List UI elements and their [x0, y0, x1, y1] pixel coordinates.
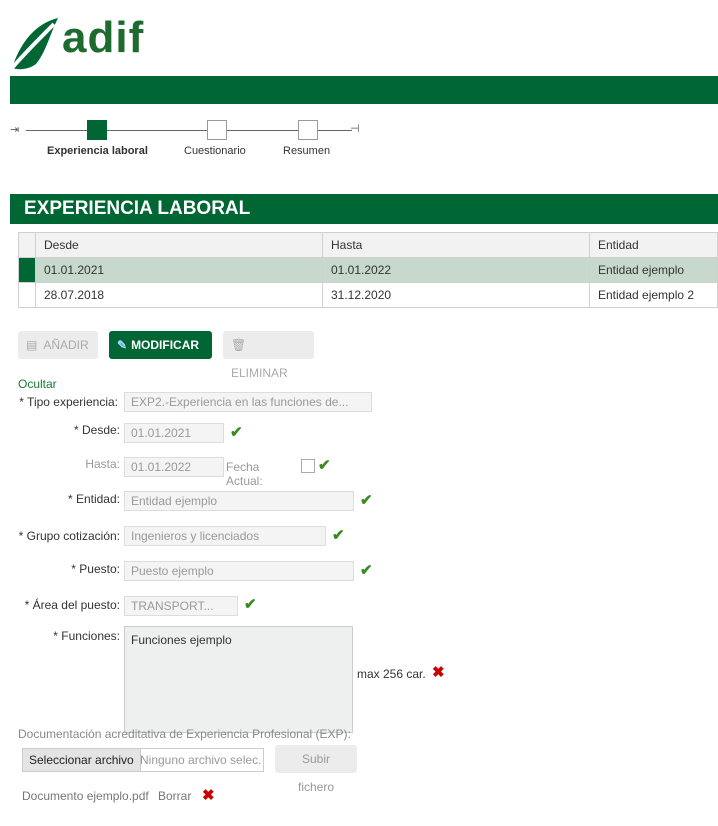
column-header-hasta[interactable]: Hasta: [322, 232, 590, 258]
fecha-actual-checkbox[interactable]: [301, 459, 315, 473]
delete-button-label: ELIMINAR: [231, 366, 288, 380]
cell-entidad: Entidad ejemplo: [589, 257, 718, 283]
desde-label: * Desde:: [73, 423, 120, 437]
table-header-selector: [18, 232, 36, 258]
add-button-label: AÑADIR: [43, 338, 89, 352]
modify-button-label: MODIFICAR: [131, 338, 200, 352]
experience-table: Desde Hasta Entidad 01.01.2021 01.01.202…: [18, 232, 718, 308]
delete-file-icon[interactable]: ✖: [202, 786, 215, 804]
hasta-field[interactable]: 01.01.2022: [124, 457, 224, 477]
cell-desde: 28.07.2018: [35, 282, 323, 308]
funciones-textarea[interactable]: Funciones ejemplo: [124, 626, 353, 733]
desde-field[interactable]: 01.01.2021: [124, 423, 224, 443]
cell-hasta: 31.12.2020: [322, 282, 590, 308]
docs-title: Documentación acreditativa de Experienci…: [18, 727, 351, 741]
table-row[interactable]: 28.07.2018 31.12.2020 Entidad ejemplo 2: [18, 282, 718, 308]
desde-valid-icon: ✔: [230, 424, 243, 441]
puesto-label: * Puesto:: [71, 562, 120, 576]
puesto-field[interactable]: Puesto ejemplo: [124, 561, 354, 581]
area-valid-icon: ✔: [244, 596, 257, 613]
hasta-valid-icon: ✔: [318, 457, 331, 474]
brand-name: adif: [62, 13, 145, 62]
entidad-label: * Entidad:: [67, 492, 120, 506]
area-field[interactable]: TRANSPORT...: [124, 596, 238, 616]
hide-toggle-link[interactable]: Ocultar: [18, 377, 57, 391]
no-file-text: Ninguno archivo selec.: [136, 748, 264, 772]
step-label-resumen[interactable]: Resumen: [283, 145, 330, 157]
grupo-field[interactable]: Ingenieros y licenciados: [124, 526, 326, 546]
delete-button[interactable]: 🗑 ELIMINAR: [223, 331, 314, 380]
section-title: EXPERIENCIA LABORAL: [10, 194, 718, 224]
puesto-valid-icon: ✔: [360, 562, 373, 579]
entidad-valid-icon: ✔: [360, 492, 373, 509]
step-box-resumen[interactable]: [298, 120, 318, 140]
adif-logo: [10, 14, 62, 70]
cell-hasta: 01.01.2022: [322, 257, 590, 283]
cell-entidad: Entidad ejemplo 2: [589, 282, 718, 308]
trash-icon: 🗑: [231, 338, 247, 352]
row-selector[interactable]: [18, 282, 36, 308]
logo-icon: [10, 18, 58, 70]
column-header-desde[interactable]: Desde: [35, 232, 323, 258]
grupo-valid-icon: ✔: [332, 527, 345, 544]
pencil-icon: ✎: [117, 338, 128, 352]
grupo-label: * Grupo cotización:: [18, 529, 120, 543]
table-header-row: Desde Hasta Entidad: [18, 232, 718, 258]
funciones-label: * Funciones:: [53, 629, 120, 643]
wizard-start-icon: ⇥: [10, 124, 20, 136]
add-icon: ▤: [26, 338, 38, 352]
step-label-experiencia[interactable]: Experiencia laboral: [47, 145, 148, 157]
header-bar: [10, 76, 718, 104]
upload-button[interactable]: Subir fichero: [275, 745, 357, 794]
funciones-error-icon: ✖: [432, 664, 445, 681]
row-selector[interactable]: [18, 257, 36, 283]
hasta-label: Hasta:: [85, 457, 120, 471]
select-file-button[interactable]: Seleccionar archivo: [22, 748, 141, 772]
step-box-cuestionario[interactable]: [207, 120, 227, 140]
wizard-end-icon: ⊣: [350, 123, 360, 135]
table-row[interactable]: 01.01.2021 01.01.2022 Entidad ejemplo: [18, 257, 718, 283]
column-header-entidad[interactable]: Entidad: [589, 232, 718, 258]
entidad-field[interactable]: Entidad ejemplo: [124, 491, 354, 511]
modify-button[interactable]: ✎ MODIFICAR: [109, 331, 212, 359]
fecha-actual-label: Fecha Actual:: [226, 460, 263, 488]
area-label: * Área del puesto:: [24, 598, 120, 612]
add-button[interactable]: ▤ AÑADIR: [18, 331, 98, 359]
tipo-label: * Tipo experiencia:: [19, 395, 118, 409]
document-file-link[interactable]: Documento ejemplo.pdf: [22, 789, 149, 803]
tipo-field[interactable]: EXP2.-Experiencia en las funciones de...: [124, 392, 372, 412]
delete-file-link[interactable]: Borrar: [158, 789, 191, 803]
step-box-experiencia[interactable]: [87, 120, 107, 140]
max-chars-label: max 256 car.: [357, 667, 426, 681]
step-label-cuestionario[interactable]: Cuestionario: [184, 145, 246, 157]
cell-desde: 01.01.2021: [35, 257, 323, 283]
